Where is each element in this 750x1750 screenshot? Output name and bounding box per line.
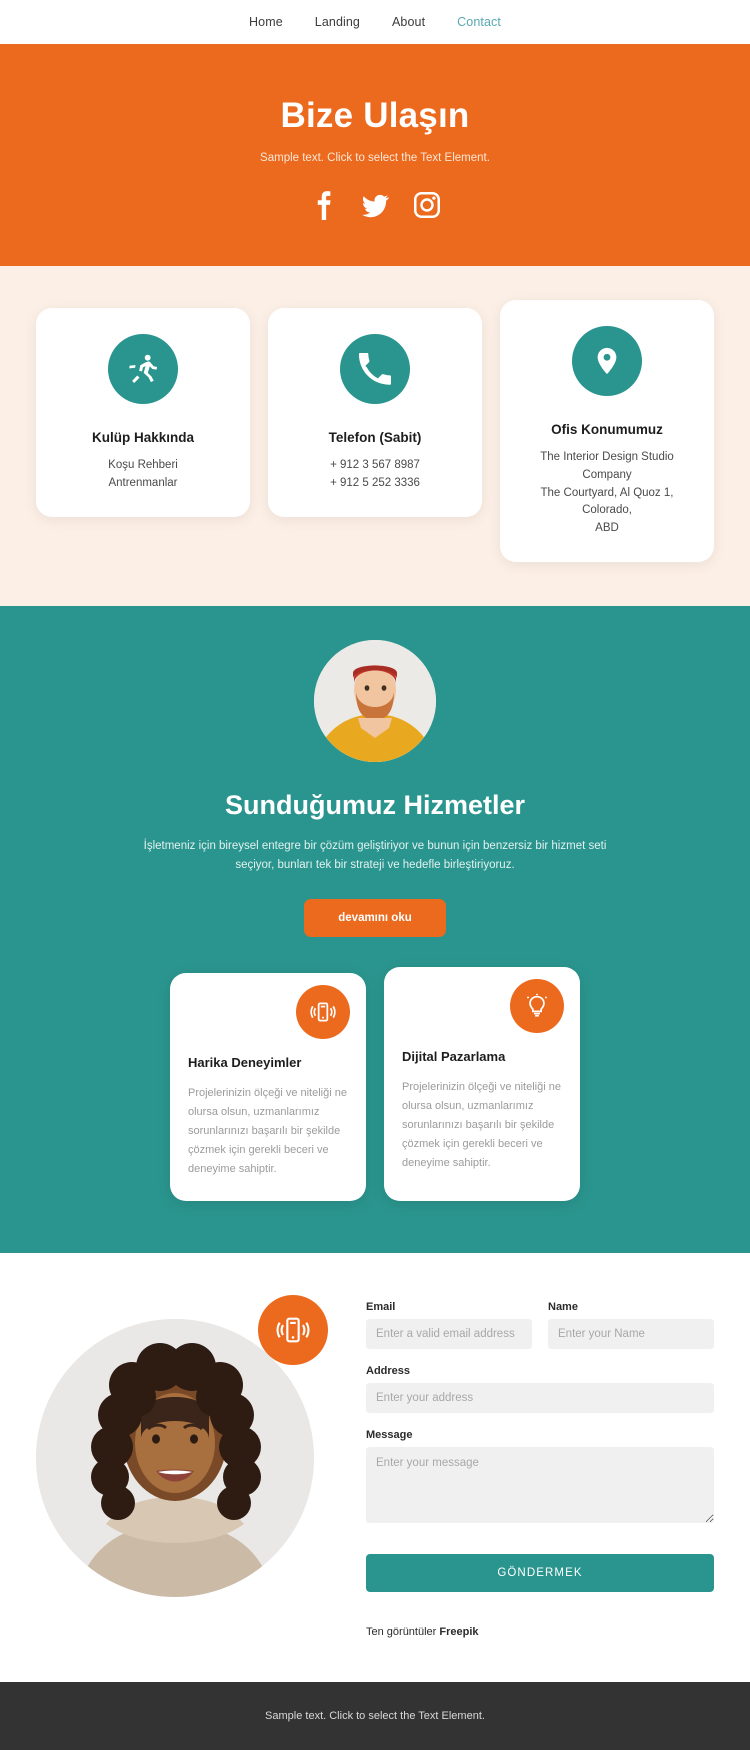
feature-text: Projelerinizin ölçeği ve niteliği ne olu… — [188, 1087, 347, 1175]
message-input[interactable] — [366, 1446, 714, 1523]
read-more-button[interactable]: devamını oku — [304, 899, 446, 937]
services-title: Sunduğumuz Hizmetler — [224, 790, 525, 821]
info-card-title: Telefon (Sabit) — [328, 430, 422, 445]
nav-item-contact[interactable]: Contact — [457, 15, 501, 29]
info-card-line: ABD — [595, 522, 619, 535]
social-links — [20, 190, 730, 220]
instagram-icon[interactable] — [412, 190, 442, 220]
address-label: Address — [366, 1364, 411, 1377]
contact-form: Email Name Address Message GÖNDERMEK Ten… — [366, 1295, 714, 1638]
nav-item-about[interactable]: About — [392, 15, 425, 29]
info-card-line: The Courtyard, Al Quoz 1, Colorado, — [540, 486, 674, 517]
message-label: Message — [366, 1428, 413, 1441]
info-card-phone: Telefon (Sabit) + 912 3 567 8987 + 912 5… — [268, 308, 482, 517]
nav-item-home[interactable]: Home — [249, 15, 283, 29]
address-input[interactable] — [366, 1382, 714, 1413]
submit-button[interactable]: GÖNDERMEK — [366, 1553, 714, 1592]
name-input[interactable] — [548, 1318, 714, 1349]
facebook-icon[interactable] — [308, 190, 338, 220]
footer-text: Sample text. Click to select the Text El… — [265, 1709, 485, 1722]
info-card-line: + 912 5 252 3336 — [330, 476, 420, 489]
info-cards-section: Kulüp Hakkında Koşu Rehberi Antrenmanlar… — [0, 266, 750, 607]
page-footer: Sample text. Click to select the Text El… — [0, 1681, 750, 1750]
info-card-line: Koşu Rehberi — [108, 459, 178, 471]
email-input[interactable] — [366, 1318, 532, 1349]
name-label: Name — [548, 1300, 578, 1313]
services-section: Sunduğumuz Hizmetler İşletmeniz için bir… — [0, 606, 750, 1253]
info-card-club: Kulüp Hakkında Koşu Rehberi Antrenmanlar — [36, 308, 250, 517]
services-description: İşletmeniz için bireysel entegre bir çöz… — [143, 840, 607, 872]
photo-credit-prefix: Ten görüntüler — [366, 1625, 440, 1638]
contact-section: Email Name Address Message GÖNDERMEK Ten… — [0, 1252, 750, 1682]
mobile-vibrate-icon — [296, 985, 350, 1039]
info-card-title: Ofis Konumumuz — [551, 422, 663, 437]
feature-text: Projelerinizin ölçeği ve niteliği ne olu… — [402, 1081, 561, 1169]
mobile-vibrate-icon — [258, 1294, 328, 1365]
feature-title: Dijital Pazarlama — [402, 1049, 506, 1064]
lightbulb-icon — [510, 979, 564, 1033]
feature-card-experiences: Harika Deneyimler Projelerinizin ölçeği … — [170, 973, 366, 1201]
name-field-group: Name — [548, 1301, 714, 1349]
info-card-line: + 912 3 567 8987 — [330, 459, 420, 471]
email-label: Email — [366, 1300, 396, 1313]
info-card-line: The Interior Design Studio Company — [540, 451, 674, 481]
email-field-group: Email — [366, 1301, 532, 1349]
hero-section: Bize Ulaşın Sample text. Click to select… — [0, 44, 750, 266]
info-card-location: Ofis Konumumuz The Interior Design Studi… — [500, 300, 714, 563]
smiling-woman-photo — [36, 1318, 314, 1597]
info-card-title: Kulüp Hakkında — [91, 430, 194, 445]
running-icon — [108, 334, 178, 404]
address-field-group: Address — [366, 1365, 714, 1413]
message-field-group: Message — [366, 1429, 714, 1528]
photo-credit: Ten görüntüler Freepik — [366, 1626, 714, 1638]
location-pin-icon — [572, 326, 642, 396]
photo-credit-brand: Freepik — [439, 1625, 479, 1638]
phone-icon — [340, 334, 410, 404]
hero-subtitle: Sample text. Click to select the Text El… — [260, 152, 490, 164]
feature-cards: Harika Deneyimler Projelerinizin ölçeği … — [0, 967, 750, 1201]
info-card-line: Antrenmanlar — [108, 476, 178, 489]
feature-card-marketing: Dijital Pazarlama Projelerinizin ölçeği … — [384, 967, 580, 1201]
nav-item-landing[interactable]: Landing — [315, 15, 360, 29]
feature-title: Harika Deneyimler — [188, 1055, 302, 1070]
twitter-icon[interactable] — [360, 190, 390, 220]
bearded-man-avatar — [314, 640, 436, 763]
contact-photo-wrap — [36, 1294, 336, 1597]
page-title: Bize Ulaşın — [280, 96, 470, 135]
main-navigation: Home Landing About Contact — [0, 0, 750, 44]
